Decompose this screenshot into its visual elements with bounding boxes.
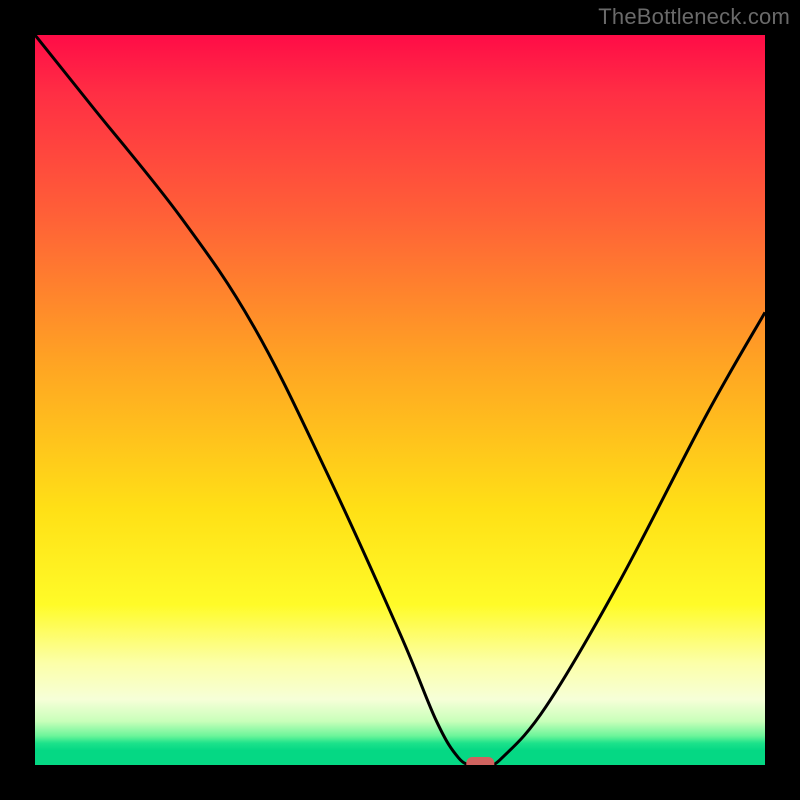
watermark-text: TheBottleneck.com — [598, 4, 790, 30]
chart-plot-area — [35, 35, 765, 765]
bottleneck-curve-line — [35, 35, 765, 765]
chart-svg — [35, 35, 765, 765]
optimal-marker — [466, 757, 494, 765]
